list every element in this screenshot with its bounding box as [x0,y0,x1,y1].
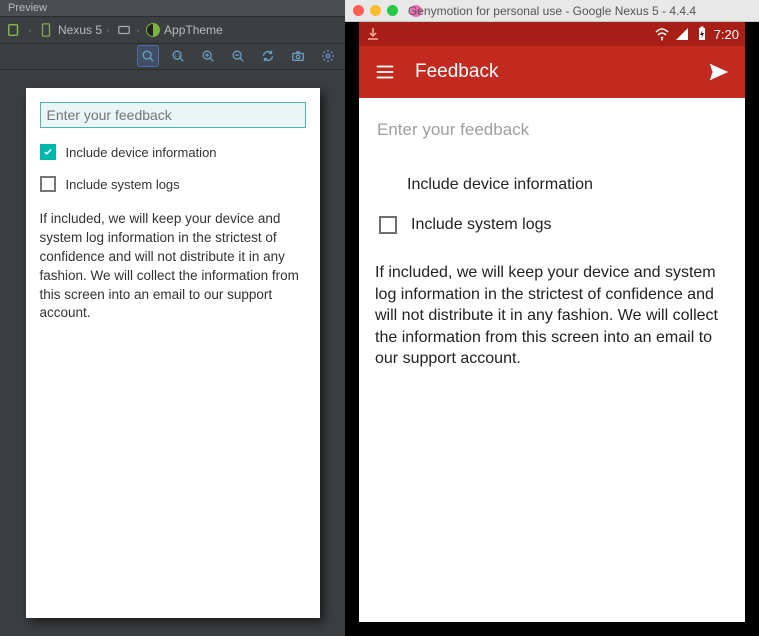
emulator-device-wrap: 7:20 Feedback Enter your feedback Includ… [345,22,759,636]
orientation-icon [116,22,132,38]
theme-selector-label: AppTheme [164,23,223,37]
device-selector[interactable]: Nexus 5 · [38,22,110,38]
include-device-info-label: Include device information [407,176,729,194]
android-status-bar: 7:20 [359,22,745,46]
actionbar-title: Feedback [415,61,498,83]
zoom-in-icon[interactable] [197,45,219,67]
mac-minimize-button[interactable] [370,5,381,16]
preview-device-card: Include device information Include syste… [26,88,320,618]
device-selector-label: Nexus 5 [58,23,102,37]
mac-close-button[interactable] [353,5,364,16]
mac-window-titlebar: Genymotion for personal use - Google Nex… [345,0,759,22]
disclaimer-text: If included, we will keep your device an… [375,262,729,370]
phone-icon [38,22,54,38]
zoom-actual-icon[interactable]: 1:1 [167,45,189,67]
svg-text:1:1: 1:1 [175,53,182,58]
disclaimer-text: If included, we will keep your device an… [40,210,306,323]
status-time: 7:20 [714,27,739,42]
feedback-input[interactable] [40,102,306,128]
render-config-icon[interactable] [6,22,22,38]
orientation-selector[interactable]: · [116,22,140,38]
include-system-logs-checkbox[interactable] [379,216,397,234]
theme-selector[interactable]: AppTheme [146,23,223,37]
zoom-out-icon[interactable] [227,45,249,67]
hamburger-menu-icon[interactable] [373,60,397,84]
screenshot-icon[interactable] [287,45,309,67]
include-system-logs-label: Include system logs [66,177,180,192]
emulator-phone-screen: 7:20 Feedback Enter your feedback Includ… [359,22,745,622]
mac-zoom-button[interactable] [387,5,398,16]
preview-toolbar-primary: · Nexus 5 · · AppTheme [0,17,345,44]
wifi-icon [654,26,670,42]
include-system-logs-label: Include system logs [411,216,552,234]
preview-stage: Include device information Include syste… [0,70,345,636]
emulator-pane: Genymotion for personal use - Google Nex… [345,0,759,636]
include-device-info-label: Include device information [66,145,217,160]
theme-icon [146,23,160,37]
cellular-signal-icon [674,26,690,42]
window-title: Genymotion for personal use - Google Nex… [408,4,696,18]
preview-toolbar-secondary: 1:1 [0,44,345,71]
include-system-logs-checkbox[interactable] [40,176,56,192]
android-studio-preview-pane: Preview · Nexus 5 · · AppTheme [0,0,345,636]
emulator-content: Enter your feedback Include device infor… [359,98,745,622]
refresh-icon[interactable] [257,45,279,67]
feedback-input[interactable]: Enter your feedback [375,118,729,142]
download-icon [365,26,381,42]
include-device-info-checkbox[interactable] [40,144,56,160]
settings-icon[interactable] [317,45,339,67]
send-icon[interactable] [707,60,731,84]
app-actionbar: Feedback [359,46,745,98]
battery-charging-icon [694,26,710,42]
preview-tab[interactable]: Preview [0,0,345,17]
preview-tab-label: Preview [8,2,47,14]
zoom-fit-icon[interactable] [137,45,159,67]
